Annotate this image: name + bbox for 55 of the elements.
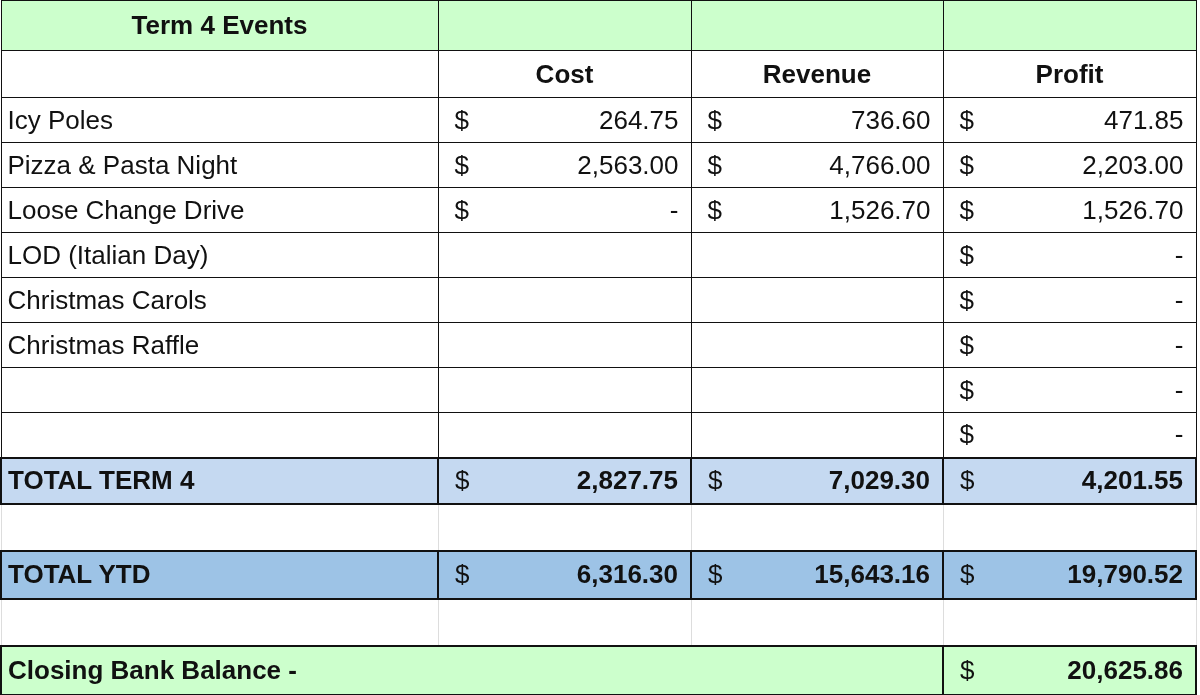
amount-value: 2,827.75 [576, 465, 678, 496]
amount-value: 2,203.00 [1082, 149, 1184, 181]
amount-value: 19,790.52 [1067, 559, 1183, 590]
currency-sign: $ [454, 149, 469, 181]
currency-sign: $ [960, 465, 975, 496]
currency-sign: $ [959, 104, 974, 136]
currency-sign: $ [959, 419, 974, 451]
currency-sign: $ [454, 104, 469, 136]
amount-value: 6,316.30 [576, 559, 678, 590]
currency-sign: $ [959, 194, 974, 226]
currency-sign: $ [454, 194, 469, 226]
currency-sign: $ [959, 329, 974, 361]
amount-value: 1,526.70 [829, 194, 931, 226]
amount-value: - [1174, 329, 1184, 361]
closing-label: Closing Bank Balance - [8, 654, 297, 685]
currency-sign: $ [455, 559, 470, 590]
total-label: TOTAL TERM 4 [8, 465, 195, 495]
row-label: Loose Change Drive [1, 187, 438, 233]
amount-value: 264.75 [598, 104, 679, 136]
row-label: LOD (Italian Day) [1, 232, 438, 278]
row-label: Christmas Carols [1, 277, 438, 323]
currency-sign: $ [707, 104, 722, 136]
row-label: Icy Poles [1, 97, 438, 143]
currency-sign: $ [455, 465, 470, 496]
currency-sign: $ [707, 149, 722, 181]
row-label: Pizza & Pasta Night [1, 142, 438, 188]
currency-sign: $ [708, 465, 723, 496]
currency-sign: $ [959, 374, 974, 406]
currency-sign: $ [959, 239, 974, 271]
amount-value: - [1174, 239, 1184, 271]
column-header: Revenue [691, 50, 943, 98]
amount-value: - [669, 194, 679, 226]
amount-value: 20,625.86 [1067, 654, 1183, 686]
currency-sign: $ [960, 559, 975, 590]
currency-sign: $ [959, 149, 974, 181]
sheet-title: Term 4 Events [1, 0, 438, 51]
currency-sign: $ [960, 654, 975, 686]
amount-value: - [1174, 374, 1184, 406]
amount-value: 4,201.55 [1081, 465, 1183, 496]
amount-value: - [1174, 419, 1184, 451]
amount-value: 15,643.16 [814, 559, 930, 590]
amount-value: - [1174, 284, 1184, 316]
amount-value: 736.60 [850, 104, 931, 136]
amount-value: 4,766.00 [829, 149, 931, 181]
amount-value: 2,563.00 [577, 149, 679, 181]
currency-sign: $ [959, 284, 974, 316]
currency-sign: $ [707, 194, 722, 226]
amount-value: 7,029.30 [828, 465, 930, 496]
column-header: Profit [943, 50, 1196, 98]
currency-sign: $ [708, 559, 723, 590]
amount-value: 471.85 [1103, 104, 1184, 136]
row-label: Christmas Raffle [1, 322, 438, 368]
column-header: Cost [438, 50, 691, 98]
total-label: TOTAL YTD [8, 559, 151, 589]
amount-value: 1,526.70 [1082, 194, 1184, 226]
